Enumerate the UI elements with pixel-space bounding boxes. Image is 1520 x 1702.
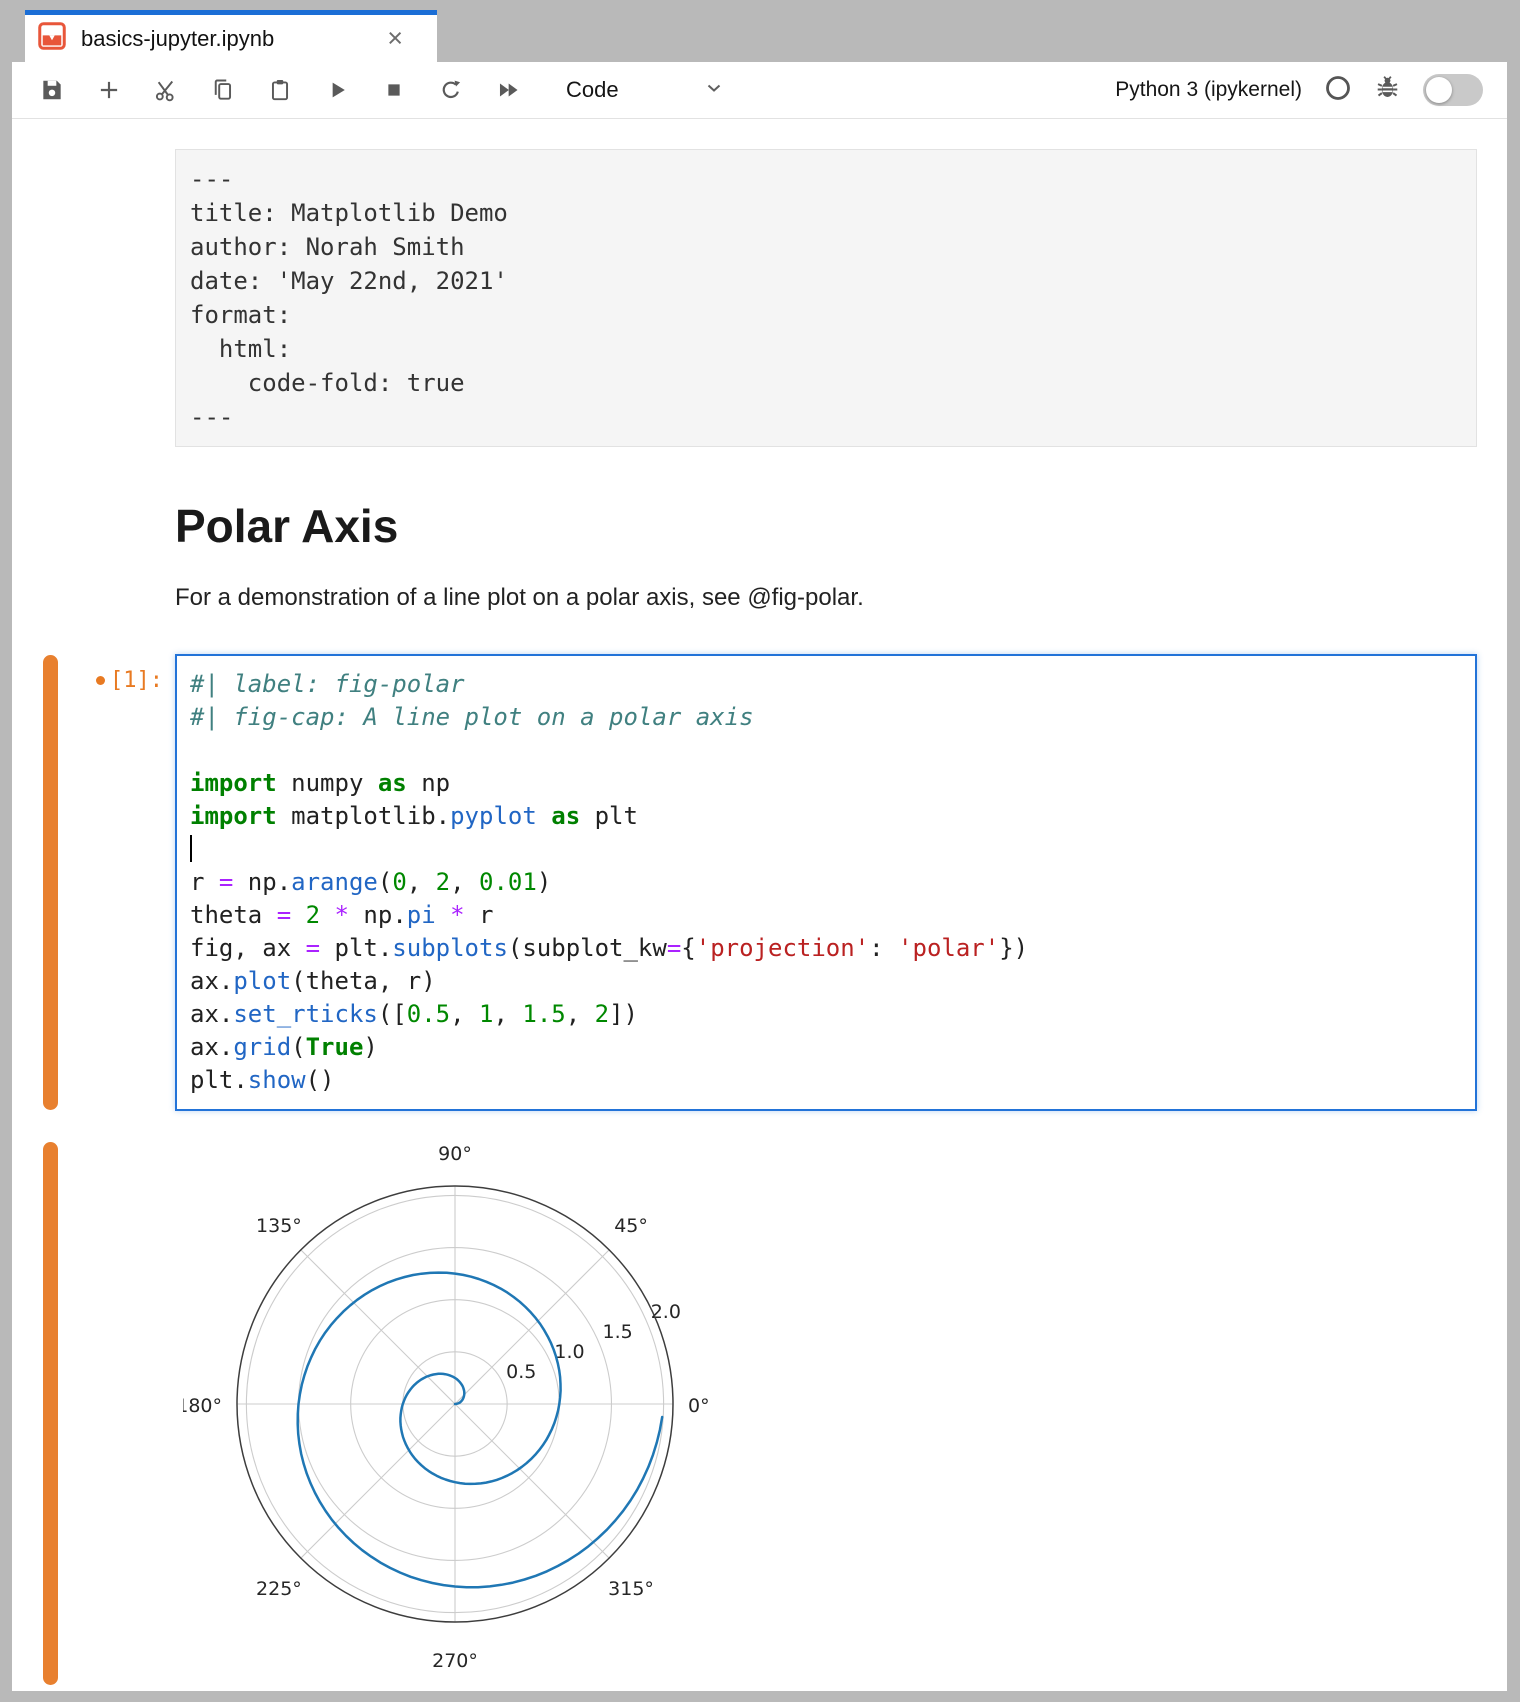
markdown-cell[interactable]: Polar Axis For a demonstration of a line… [12,447,1507,613]
tab-bar: basics-jupyter.ipynb × [12,10,1507,62]
raw-cell-source[interactable]: --- title: Matplotlib Demo author: Norah… [175,149,1477,447]
raw-cell-gutter [12,149,175,447]
dirty-dot-icon [96,676,105,685]
figure-output: 0.5 1.0 1.5 2.0 0° 45° 90° 135° 180° 225° 270° 315° [183,1141,1477,1686]
output-cell-gutter [12,1141,175,1686]
input-collapser[interactable] [43,655,58,1110]
svg-text:1.5: 1.5 [603,1321,633,1343]
svg-text:90°: 90° [438,1143,472,1165]
add-cell-icon[interactable] [96,77,122,103]
close-icon[interactable]: × [387,25,403,52]
cell-type-label: Code [566,77,619,103]
svg-text:225°: 225° [256,1578,302,1600]
svg-text:315°: 315° [608,1578,654,1600]
svg-text:1.0: 1.0 [554,1341,584,1363]
cell-type-dropdown[interactable]: Code [566,76,726,105]
svg-text:0°: 0° [688,1395,710,1417]
svg-text:0.5: 0.5 [506,1361,536,1383]
stop-icon[interactable] [381,77,407,103]
chevron-down-icon [702,76,726,105]
output-collapser[interactable] [43,1142,58,1685]
heading-polar-axis: Polar Axis [175,499,1477,553]
cut-cell-icon[interactable] [153,77,179,103]
paste-cell-icon[interactable] [267,77,293,103]
markdown-paragraph: For a demonstration of a line plot on a … [175,583,1477,613]
svg-text:135°: 135° [256,1215,302,1237]
tab-title: basics-jupyter.ipynb [81,26,387,52]
jupyterlab-window: basics-jupyter.ipynb × [12,10,1507,1691]
svg-text:45°: 45° [614,1215,648,1237]
polar-figure: 0.5 1.0 1.5 2.0 0° 45° 90° 135° 180° 225° 270° 315° [183,1141,743,1681]
copy-cell-icon[interactable] [210,77,236,103]
save-icon[interactable] [39,77,65,103]
svg-text:180°: 180° [183,1395,222,1417]
notebook-icon [37,21,67,56]
simple-interface-toggle[interactable] [1423,74,1483,106]
markdown-cell-gutter [12,447,175,613]
code-editor[interactable]: #| label: fig-polar#| fig-cap: A line pl… [175,654,1477,1111]
tab-basics-jupyter[interactable]: basics-jupyter.ipynb × [25,10,437,62]
bug-icon[interactable] [1374,74,1401,106]
notebook-content: --- title: Matplotlib Demo author: Norah… [12,119,1507,1691]
run-all-icon[interactable] [495,77,521,103]
svg-text:2.0: 2.0 [651,1301,681,1323]
code-cell-gutter: [1]: [12,654,175,1111]
notebook-toolbar: Code Python 3 (ipykernel) [12,62,1507,119]
kernel-idle-circle-icon[interactable] [1324,74,1352,107]
kernel-name[interactable]: Python 3 (ipykernel) [1115,78,1302,102]
run-icon[interactable] [324,77,350,103]
svg-text:270°: 270° [432,1650,478,1672]
code-cell[interactable]: [1]: #| label: fig-polar#| fig-cap: A li… [12,654,1507,1111]
raw-cell[interactable]: --- title: Matplotlib Demo author: Norah… [12,149,1507,447]
output-cell: 0.5 1.0 1.5 2.0 0° 45° 90° 135° 180° 225° 270° 315° [12,1141,1507,1686]
kernel-cluster: Python 3 (ipykernel) [1115,74,1483,107]
toggle-knob [1426,77,1452,103]
execution-prompt: [1]: [96,668,163,693]
restart-kernel-icon[interactable] [438,77,464,103]
